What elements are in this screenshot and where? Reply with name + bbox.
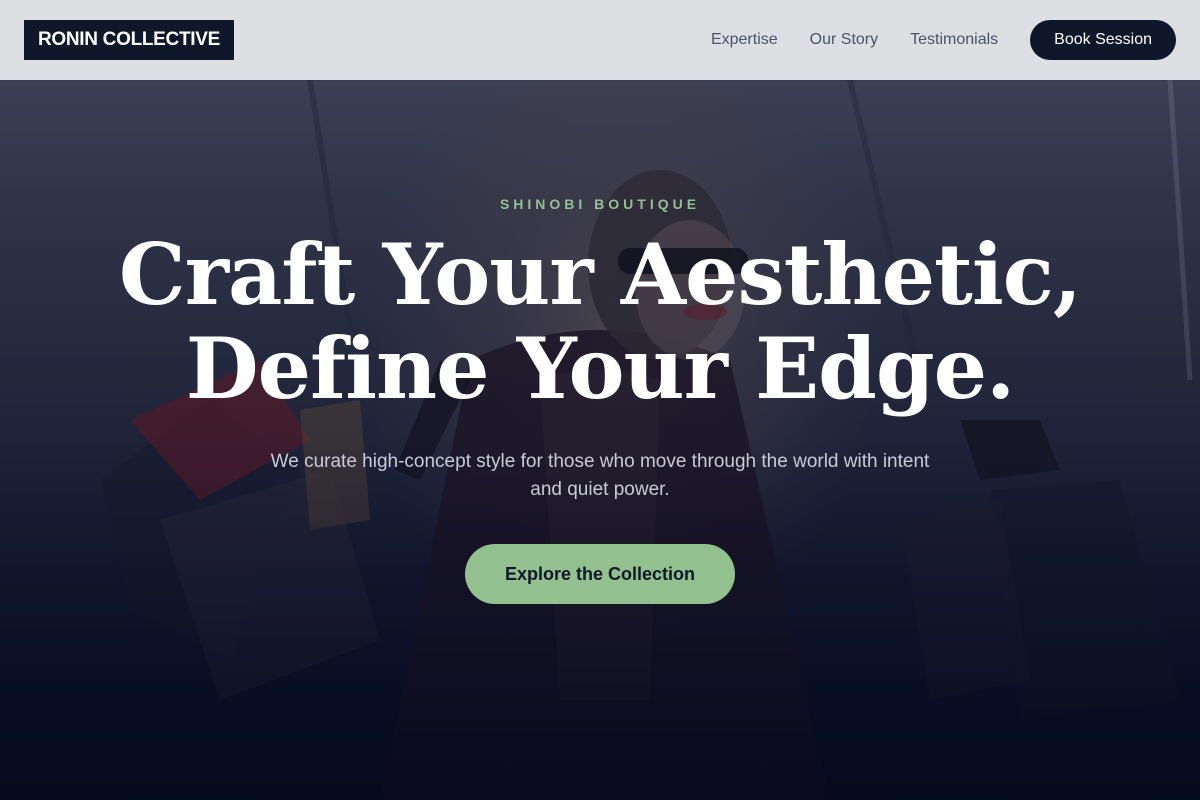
brand-logo[interactable]: RONIN COLLECTIVE	[24, 20, 234, 60]
explore-collection-button[interactable]: Explore the Collection	[465, 544, 735, 604]
hero-subheadline: We curate high-concept style for those w…	[270, 451, 930, 500]
hero-headline-line-2: Define Your Edge.	[185, 319, 1016, 418]
hero-eyebrow: SHINOBI BOUTIQUE	[499, 196, 701, 212]
book-session-button[interactable]: Book Session	[1030, 20, 1176, 60]
top-navbar: RONIN COLLECTIVE Expertise Our Story Tes…	[0, 0, 1200, 80]
nav-link-testimonials[interactable]: Testimonials	[910, 31, 998, 49]
nav-link-our-story[interactable]: Our Story	[810, 31, 878, 49]
hero-headline: Craft Your Aesthetic, Define Your Edge.	[0, 228, 1200, 416]
main-nav: Expertise Our Story Testimonials Book Se…	[711, 0, 1176, 80]
nav-link-expertise[interactable]: Expertise	[711, 31, 778, 49]
hero-headline-line-1: Craft Your Aesthetic,	[118, 225, 1082, 324]
landing-page: RONIN COLLECTIVE Expertise Our Story Tes…	[0, 0, 1200, 800]
